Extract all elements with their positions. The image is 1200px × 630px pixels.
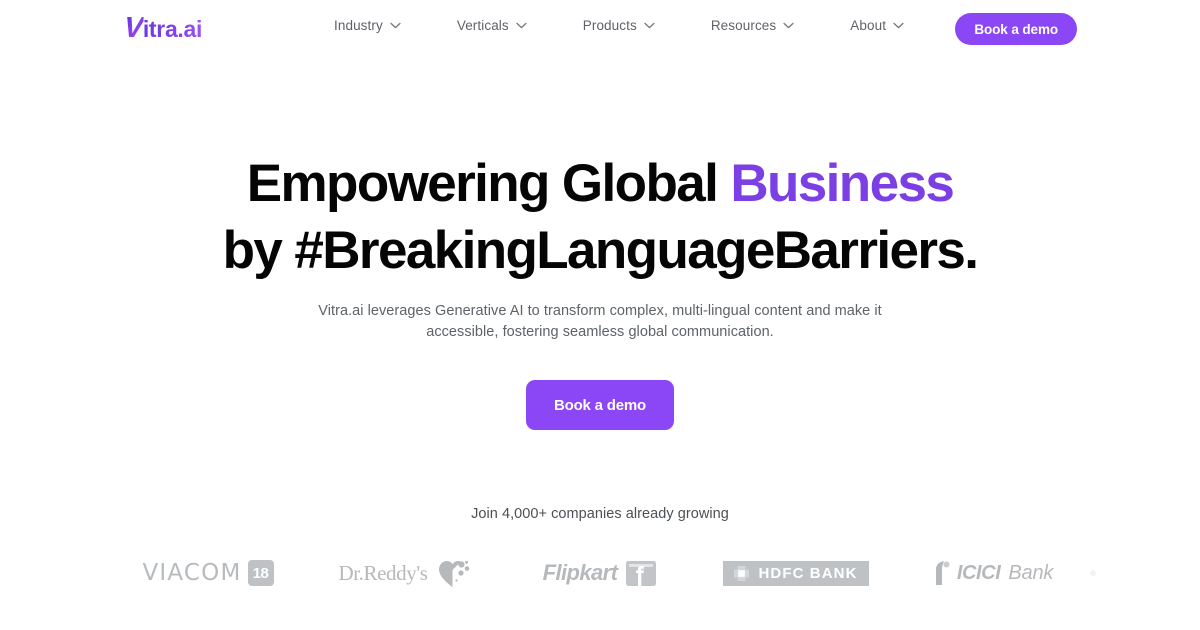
client-logo-strip: VIACOM 18 Dr.Reddy's Flipkart HDFC BANK … bbox=[0, 543, 1200, 603]
headline-text: Empowering Global bbox=[246, 154, 731, 213]
client-logo-dr-reddys: Dr.Reddy's bbox=[306, 545, 502, 601]
headline-accent-text: Business bbox=[730, 154, 954, 213]
logo-wordmark: itra.ai bbox=[142, 16, 203, 42]
nav-item-products[interactable]: Products bbox=[583, 18, 677, 33]
chevron-down-icon bbox=[390, 22, 401, 29]
carousel-edge-fragment bbox=[1090, 570, 1096, 576]
social-proof-text: Join 4,000+ companies already growing bbox=[471, 506, 729, 522]
chevron-down-icon bbox=[516, 22, 527, 29]
client-logo-flipkart: Flipkart bbox=[502, 545, 698, 601]
site-logo[interactable]: V itra.ai bbox=[122, 12, 203, 44]
hdfc-wordmark: HDFC BANK bbox=[758, 564, 858, 582]
client-logo-icici-bank: ICICI Bank bbox=[894, 545, 1090, 601]
flipkart-bag-icon bbox=[625, 558, 657, 588]
dr-reddys-heart-icon bbox=[436, 558, 470, 588]
icici-i-icon bbox=[931, 560, 953, 586]
hero-subtitle-line-2: accessible, fostering seamless global co… bbox=[426, 323, 774, 340]
nav-item-label: Resources bbox=[710, 18, 777, 33]
nav-item-industry[interactable]: Industry bbox=[334, 18, 423, 33]
hero-section: Empowering Global Business by #BreakingL… bbox=[0, 150, 1200, 430]
icici-wordmark: ICICI bbox=[956, 561, 1001, 584]
viacom-wordmark: VIACOM bbox=[142, 560, 242, 586]
nav-item-label: About bbox=[850, 18, 887, 33]
nav-item-resources[interactable]: Resources bbox=[711, 18, 816, 33]
client-logo-viacom18: VIACOM 18 bbox=[110, 545, 306, 601]
icici-bank-word: Bank bbox=[1008, 561, 1054, 584]
hero-subtitle: Vitra.ai leverages Generative AI to tran… bbox=[0, 301, 1200, 342]
page-title-line-2: by #BreakingLanguageBarriers. bbox=[222, 221, 979, 280]
chevron-down-icon bbox=[783, 22, 794, 29]
logo-initial: V bbox=[122, 12, 144, 44]
hero-book-demo-button[interactable]: Book a demo bbox=[526, 380, 674, 430]
hero-subtitle-line-1: Vitra.ai leverages Generative AI to tran… bbox=[318, 303, 882, 319]
page-title-line-1: Empowering Global Business bbox=[0, 150, 1200, 217]
landing-page: V itra.ai Industry Verticals Products Re… bbox=[0, 0, 1200, 630]
primary-navigation: Industry Verticals Products Resources Ab… bbox=[334, 18, 926, 33]
header-book-demo-button[interactable]: Book a demo bbox=[955, 13, 1077, 45]
nav-item-about[interactable]: About bbox=[850, 18, 926, 33]
chevron-down-icon bbox=[644, 22, 655, 29]
nav-item-verticals[interactable]: Verticals bbox=[457, 18, 549, 33]
nav-item-label: Industry bbox=[334, 18, 383, 33]
nav-item-label: Verticals bbox=[456, 18, 509, 33]
chevron-down-icon bbox=[893, 22, 904, 29]
nav-item-label: Products bbox=[582, 18, 637, 33]
dr-reddys-wordmark: Dr.Reddy's bbox=[338, 560, 428, 585]
viacom-18-badge: 18 bbox=[247, 560, 274, 586]
client-logo-hdfc-bank: HDFC BANK bbox=[698, 545, 894, 601]
site-header: V itra.ai Industry Verticals Products Re… bbox=[0, 0, 1200, 58]
flipkart-wordmark: Flipkart bbox=[542, 560, 618, 585]
hdfc-square-icon bbox=[734, 565, 750, 581]
social-proof-section: Join 4,000+ companies already growing bbox=[0, 506, 1200, 522]
